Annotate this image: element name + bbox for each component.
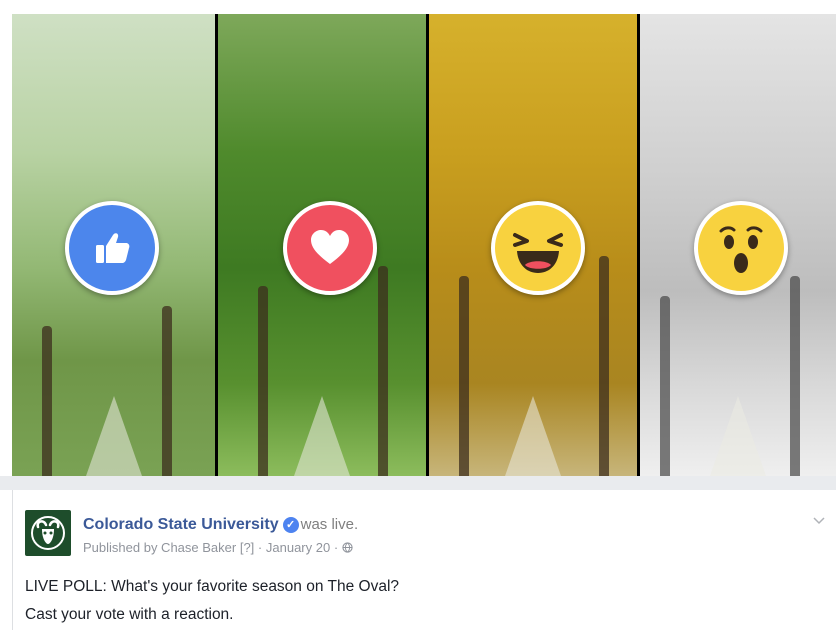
walkway — [710, 396, 766, 476]
walkway — [294, 396, 350, 476]
post-date-link[interactable]: January 20 — [266, 540, 330, 555]
walkway — [85, 396, 142, 476]
tree-trunk — [790, 276, 800, 476]
season-panel-spring — [12, 14, 215, 476]
page-avatar[interactable] — [25, 510, 71, 556]
meta-separator: · — [333, 540, 339, 555]
tree-trunk — [42, 326, 52, 476]
haha-reaction-icon[interactable] — [491, 201, 585, 295]
published-by: Published by Chase Baker — [83, 540, 237, 555]
post-text-line-1: LIVE POLL: What's your favorite season o… — [25, 578, 400, 595]
tree-trunk — [258, 286, 268, 476]
season-panel-fall — [429, 14, 637, 476]
season-panel-summer — [218, 14, 426, 476]
heart-icon — [311, 230, 349, 264]
thumbs-up-icon — [96, 233, 130, 263]
tree-trunk — [378, 266, 388, 476]
live-status: was live. — [300, 516, 359, 533]
tree-trunk — [162, 306, 172, 476]
season-panel-winter — [640, 14, 836, 476]
feed-divider — [0, 476, 836, 490]
wow-reaction-icon[interactable] — [694, 201, 788, 295]
post-options-chevron-down-icon[interactable] — [813, 512, 825, 528]
surprised-face-icon — [719, 226, 763, 273]
tree-trunk — [599, 256, 609, 476]
tree-trunk — [459, 276, 469, 476]
top-strip — [0, 0, 836, 14]
post-header: Colorado State University ✓ was live. — [83, 516, 358, 534]
post-photo[interactable] — [12, 14, 836, 476]
meta-separator: · — [257, 540, 263, 555]
post-text-line-2: Cast your vote with a reaction. — [25, 606, 234, 623]
tree-trunk — [660, 296, 670, 476]
globe-icon[interactable] — [342, 542, 353, 553]
chevron-down-icon — [813, 517, 825, 525]
help-marker[interactable]: [?] — [240, 540, 254, 555]
author-name-link[interactable]: Colorado State University — [83, 516, 279, 533]
post-card: Colorado State University ✓ was live. Publ… — [12, 490, 836, 630]
like-reaction-icon[interactable] — [65, 201, 159, 295]
ram-logo-icon — [31, 516, 65, 550]
verified-check-icon: ✓ — [282, 516, 299, 533]
post-meta: Published by Chase Baker [?] · January 2… — [83, 540, 353, 555]
love-reaction-icon[interactable] — [283, 201, 377, 295]
walkway — [505, 396, 561, 476]
laughing-face-icon — [513, 233, 563, 273]
